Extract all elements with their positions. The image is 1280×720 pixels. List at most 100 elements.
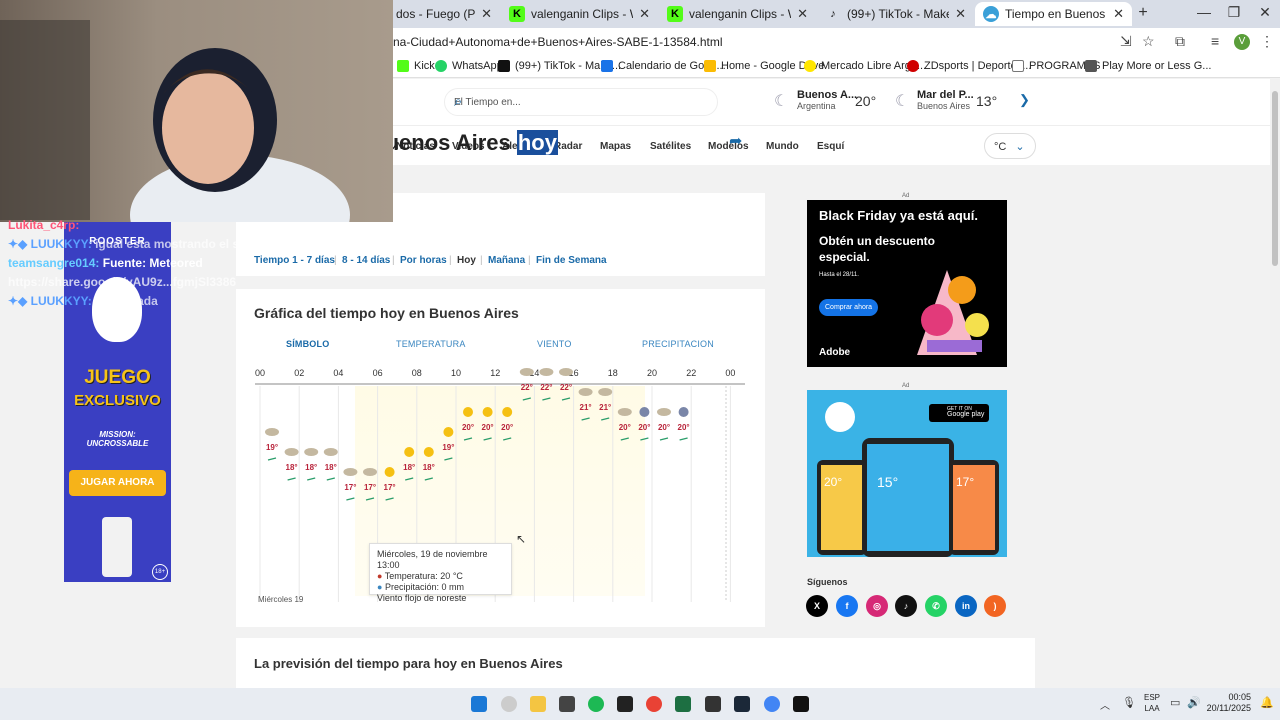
subnav-item[interactable]: Por horas xyxy=(400,255,447,266)
whatsapp-icon xyxy=(435,60,447,72)
ad-game-name: MISSION: UNCROSSABLE xyxy=(86,430,149,448)
chevron-right-icon[interactable]: ❯ xyxy=(1019,92,1030,108)
ad-buy-button[interactable]: Comprar ahora xyxy=(819,299,879,316)
extensions-icon[interactable]: ⧉ xyxy=(1175,33,1185,50)
whatsapp-icon[interactable]: ✆ xyxy=(925,595,947,617)
media-icon[interactable]: ≡ xyxy=(1211,33,1219,49)
facebook-icon[interactable]: f xyxy=(836,595,858,617)
play-now-button[interactable]: JUGAR AHORA xyxy=(69,470,166,496)
subnav-item[interactable]: Mañana xyxy=(488,255,525,266)
file-explorer-icon[interactable] xyxy=(530,696,546,712)
weather-widget-buenos-aires[interactable]: Buenos A... Argentina xyxy=(797,89,857,112)
capcut-icon[interactable] xyxy=(617,696,633,712)
nav-item[interactable]: Satélites xyxy=(650,141,691,152)
cloud-icon xyxy=(323,448,338,456)
windows-start-icon[interactable] xyxy=(471,696,487,712)
separator: | xyxy=(392,255,395,266)
spotify-icon[interactable] xyxy=(588,696,604,712)
chevron-up-icon[interactable]: ︿ xyxy=(1100,697,1110,712)
excel-icon[interactable] xyxy=(675,696,691,712)
bookmark-playmoreorless[interactable]: Play More or Less G... xyxy=(1085,60,1211,72)
hour-tick-label: 02 xyxy=(294,368,304,378)
chat-user: LUUKKYY: xyxy=(30,237,92,251)
close-icon[interactable]: ✕ xyxy=(797,6,808,22)
unit-select[interactable]: °C ⌄ xyxy=(984,133,1036,159)
moon-cloud-icon: ☾ xyxy=(895,93,910,110)
chat-user: LUUKKYY: xyxy=(30,294,92,308)
maximize-icon[interactable]: ❐ xyxy=(1219,4,1249,21)
tab-music[interactable]: dos - Fuego (Pepsi Mu ✕ xyxy=(388,2,500,26)
close-icon[interactable]: ✕ xyxy=(1113,6,1124,22)
tiktok-icon[interactable] xyxy=(793,696,809,712)
folder-icon xyxy=(1012,60,1024,72)
clock-time: 00:05 xyxy=(1228,692,1251,702)
clock[interactable]: 00:05 20/11/2025 xyxy=(1203,692,1251,714)
subnav-item-current[interactable]: Hoy xyxy=(457,255,476,266)
steam-icon[interactable] xyxy=(734,696,750,712)
new-tab-icon[interactable]: + xyxy=(1128,4,1158,22)
subnav-item[interactable]: Fin de Semana xyxy=(536,255,607,266)
chrome-active-icon[interactable] xyxy=(764,696,780,712)
wind-arrow xyxy=(267,457,277,461)
url-field[interactable]: na-Ciudad+Autonoma+de+Buenos+Aires-SABE-… xyxy=(393,35,723,49)
page-scrollbar[interactable] xyxy=(1270,79,1280,688)
star-icon[interactable]: ☆ xyxy=(1142,33,1155,50)
search-icon[interactable]: ⌕ xyxy=(454,93,707,110)
close-window-icon[interactable]: ✕ xyxy=(1250,4,1280,21)
sun-icon xyxy=(502,407,513,417)
network-icon[interactable]: ▭ xyxy=(1170,696,1180,709)
volume-icon[interactable]: 🔊 xyxy=(1187,696,1201,709)
search-input[interactable]: El Tiempo en... ⌕ xyxy=(444,88,718,116)
chat-text: no es nada xyxy=(95,294,158,308)
notification-icon[interactable]: 🔔 xyxy=(1260,696,1274,709)
language-indicator[interactable]: ESP LAA xyxy=(1139,692,1165,714)
google-play-badge[interactable]: GET IT ON Google play xyxy=(929,404,989,422)
widget-temp: 13° xyxy=(976,93,998,109)
tab-kick-2[interactable]: K valenganin Clips - Watch Live o ✕ xyxy=(659,2,816,26)
weather-widget-mar-del-plata[interactable]: Mar del P... Buenos Aires xyxy=(917,89,974,112)
bullet-icon: ● xyxy=(377,571,383,581)
adobe-ad[interactable]: Black Friday ya está aquí. Obtén un desc… xyxy=(807,200,1007,367)
scrollbar-thumb[interactable] xyxy=(1272,91,1278,266)
nav-item[interactable]: Radar xyxy=(554,141,582,152)
nav-item[interactable]: Esquí xyxy=(817,141,844,152)
nav-item[interactable]: Mapas xyxy=(600,141,631,152)
chart-tab-temperature[interactable]: TEMPERATURA xyxy=(396,339,466,349)
subnav-item[interactable]: 8 - 14 días xyxy=(342,255,390,266)
copilot-icon[interactable] xyxy=(501,696,517,712)
bookmark-kick[interactable]: Kick xyxy=(397,60,435,72)
tab-weather[interactable]: ☁ Tiempo en Buenos Aires hoy - ✕ xyxy=(975,2,1132,26)
share-icon[interactable]: ➦ xyxy=(729,131,742,151)
close-icon[interactable]: ✕ xyxy=(955,6,966,22)
chrome-icon[interactable] xyxy=(646,696,662,712)
sun-icon xyxy=(404,447,415,457)
app-ad[interactable]: GET IT ON Google play 20° 15° 17° xyxy=(807,390,1007,557)
x-icon[interactable]: X xyxy=(806,595,828,617)
chart-tab-wind[interactable]: VIENTO xyxy=(537,339,572,349)
browser-window: dos - Fuego (Pepsi Mu ✕ K valenganin Cli… xyxy=(0,0,1280,720)
rss-icon[interactable]: ) xyxy=(984,595,1006,617)
instagram-icon[interactable]: ◎ xyxy=(866,595,888,617)
nav-item[interactable]: Mundo xyxy=(766,141,799,152)
temp-data-label: 17° xyxy=(344,483,356,492)
chart-tab-precipitation[interactable]: PRECIPITACION xyxy=(642,339,714,349)
close-icon[interactable]: ✕ xyxy=(639,6,650,22)
tiktok-icon[interactable]: ♪ xyxy=(895,595,917,617)
minimize-icon[interactable]: — xyxy=(1189,4,1219,20)
hour-tick-label: 08 xyxy=(412,368,422,378)
mic-icon[interactable]: 🎙 xyxy=(1122,696,1136,709)
temp-data-label: 20° xyxy=(462,423,474,432)
linkedin-icon[interactable]: in xyxy=(955,595,977,617)
close-icon[interactable]: ✕ xyxy=(481,6,492,22)
tab-tiktok[interactable]: ♪ (99+) TikTok - Make Your Day ✕ xyxy=(817,2,974,26)
menu-icon[interactable]: ⋮ xyxy=(1260,33,1274,50)
chart-tab-symbol[interactable]: SÍMBOLO xyxy=(286,339,329,349)
bookmark-whatsapp[interactable]: WhatsApp xyxy=(435,60,503,72)
avatar[interactable]: V xyxy=(1234,34,1250,50)
store-icon[interactable] xyxy=(559,696,575,712)
hour-tick-label: 00 xyxy=(255,368,265,378)
tab-kick-1[interactable]: K valenganin Clips - Watch Live o ✕ xyxy=(501,2,658,26)
subnav-item[interactable]: Tiempo 1 - 7 días xyxy=(254,255,335,266)
install-icon[interactable]: ⇲ xyxy=(1120,33,1132,50)
epic-games-icon[interactable] xyxy=(705,696,721,712)
